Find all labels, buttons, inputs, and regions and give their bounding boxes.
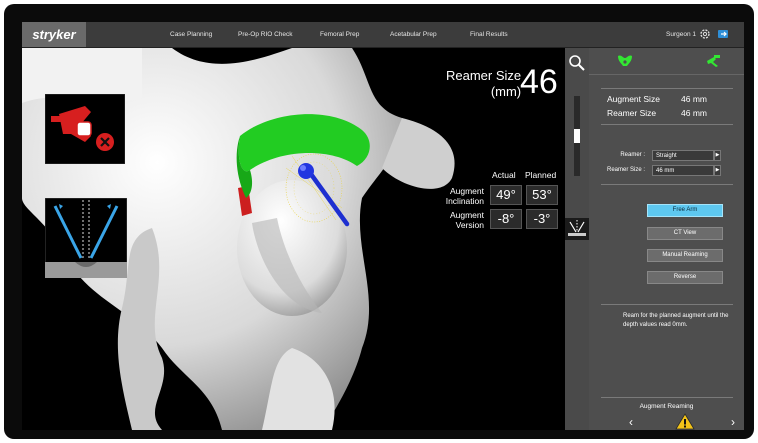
divider [601,304,733,305]
divider [601,88,733,89]
instruction-text: Ream for the planned augment until the d… [623,313,729,328]
previous-step-icon[interactable]: ‹ [629,415,633,429]
row-label-line: Augment [449,186,484,196]
inclination-planned: 53° [526,185,558,205]
manual-reaming-button[interactable]: Manual Reaming [647,249,723,262]
reamer-select-arrow-icon[interactable]: ▶ [714,150,721,161]
version-actual: -8° [490,209,522,229]
zoom-scroll-thumb[interactable] [574,129,580,143]
reverse-button[interactable]: Reverse [647,271,723,284]
reamer-size-select[interactable]: 46 mm [652,165,714,176]
col-planned: Planned [525,170,557,180]
version-planned: -3° [526,209,558,229]
reamer-select-label: Reamer : [620,152,645,158]
exit-icon[interactable] [717,28,729,40]
reamer-size-select-arrow-icon[interactable]: ▶ [714,165,721,176]
divider [601,184,733,185]
nav-case-planning[interactable]: Case Planning [170,22,212,47]
reamer-size-select-label: Reamer Size : [606,167,645,173]
reamer-size-value: 46 [520,63,558,101]
col-actual: Actual [492,170,516,180]
reamer-size-value: 46 mm [681,108,707,118]
free-arm-button[interactable]: Free Arm [647,204,723,217]
augment-inclination-label: Augment Inclination [442,186,484,206]
reamer-size-label: Reamer Size (mm) [446,68,521,100]
row-label-line: Version [455,220,484,230]
user-name: Surgeon 1 [666,31,696,38]
panel-header [589,48,744,75]
reamer-select[interactable]: Straight [652,150,714,161]
reamer-tool-icon[interactable] [705,54,721,68]
depth-guide-icon [45,198,127,278]
device-frame: stryker Case Planning Pre-Op RIO Check F… [4,4,754,439]
warning-icon [675,413,695,430]
control-panel: Augment Size 46 mm Reamer Size 46 mm Rea… [589,48,744,430]
workflow-step-title: Augment Reaming [639,403,694,410]
nav-pre-op-rio-check[interactable]: Pre-Op RIO Check [238,22,293,47]
augment-size-label: Augment Size [607,94,660,104]
surgical-3d-view[interactable]: Reamer Size (mm) 46 Actual Planned Augme… [22,48,562,430]
inclination-actual: 49° [490,185,522,205]
divider [601,397,733,398]
row-label-line: Inclination [445,196,484,206]
view-tool-strip [565,48,589,430]
nav-final-results[interactable]: Final Results [470,22,508,47]
gear-icon[interactable] [699,28,711,40]
row-label-line: Augment [449,210,484,220]
next-step-icon[interactable]: › [731,415,735,429]
ct-view-button[interactable]: CT View [647,227,723,240]
nav-acetabular-prep[interactable]: Acetabular Prep [390,22,437,47]
pelvis-icon[interactable] [617,54,633,68]
reamer-size-label-line1: Reamer Size [446,68,522,83]
nav-femoral-prep[interactable]: Femoral Prep [320,22,359,47]
divider [601,124,733,125]
zoom-scrollbar[interactable] [574,96,580,176]
reamer-size-label-line2: (mm) [490,84,522,99]
brand-logo: stryker [22,22,86,47]
zoom-icon[interactable] [565,52,589,74]
reamer-not-allowed-icon [45,94,125,164]
augment-size-value: 46 mm [681,94,707,104]
top-bar: stryker Case Planning Pre-Op RIO Check F… [22,22,744,48]
screen: stryker Case Planning Pre-Op RIO Check F… [22,22,744,430]
reamer-size-label: Reamer Size [607,108,657,118]
reamer-view-icon[interactable] [565,218,589,240]
augment-version-label: Augment Version [442,210,484,230]
